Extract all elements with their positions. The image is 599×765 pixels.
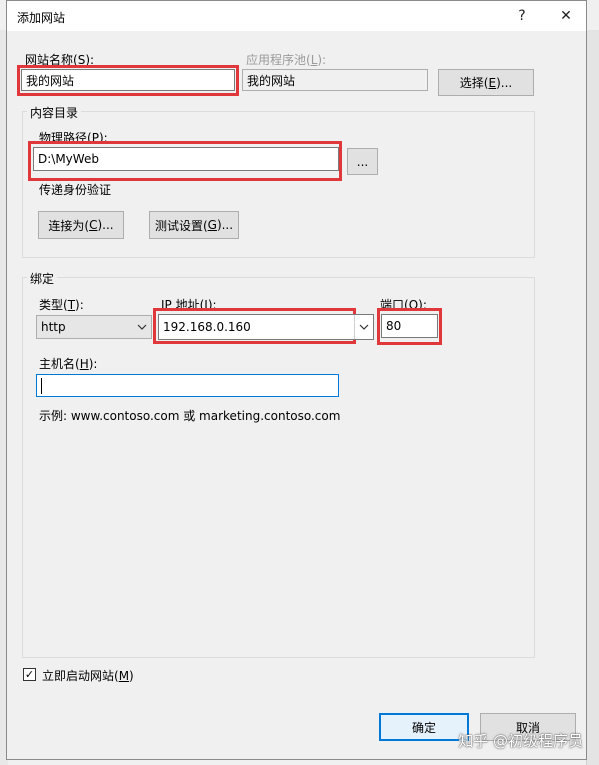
dialog-title: 添加网站 <box>17 11 66 25</box>
add-website-dialog: 添加网站 ? ✕ 网站名称(S): 我的网站 应用程序池(L): 我的网站 选择… <box>6 0 587 760</box>
background-window-right <box>586 30 599 765</box>
select-app-pool-button[interactable]: 选择(E)... <box>438 69 534 96</box>
port-input[interactable]: 80 <box>381 314 438 338</box>
port-value: 80 <box>386 319 402 333</box>
watermark: 知乎 @初级程序员 <box>458 732 583 750</box>
pass-through-auth-label: 传递身份验证 <box>39 183 112 197</box>
help-button[interactable]: ? <box>502 3 542 29</box>
app-pool-label: 应用程序池(L): <box>246 53 327 67</box>
chevron-down-icon <box>133 316 151 338</box>
start-now-checkbox[interactable]: ✓ <box>23 668 36 681</box>
app-pool-field: 我的网站 <box>242 69 428 91</box>
start-now-label: 立即启动网站(M) <box>42 669 134 683</box>
site-name-input[interactable]: 我的网站 <box>21 69 235 91</box>
browse-path-button[interactable]: ... <box>347 148 378 175</box>
host-name-example: 示例: www.contoso.com 或 marketing.contoso.… <box>39 409 341 423</box>
type-value: http <box>41 320 66 334</box>
content-directory-title: 内容目录 <box>27 104 82 121</box>
ok-button[interactable]: 确定 <box>379 713 469 741</box>
type-label: 类型(T): <box>39 298 84 312</box>
host-name-label: 主机名(H): <box>39 357 98 371</box>
ip-address-select[interactable]: 192.168.0.160 <box>158 314 374 340</box>
ip-address-value: 192.168.0.160 <box>163 320 251 334</box>
test-settings-button[interactable]: 测试设置(G)... <box>149 211 239 239</box>
checkmark-icon: ✓ <box>24 668 35 681</box>
site-name-value: 我的网站 <box>26 73 75 88</box>
app-pool-value: 我的网站 <box>247 73 296 88</box>
binding-title: 绑定 <box>27 270 58 287</box>
close-button[interactable]: ✕ <box>546 3 586 29</box>
text-caret <box>41 377 42 394</box>
title-bar: 添加网站 ? ✕ <box>7 1 586 31</box>
host-name-input[interactable] <box>36 374 339 397</box>
physical-path-input[interactable]: D:\MyWeb <box>33 147 339 171</box>
physical-path-value: D:\MyWeb <box>38 152 99 166</box>
type-select[interactable]: http <box>36 315 152 339</box>
chevron-down-icon <box>354 315 373 339</box>
connect-as-button[interactable]: 连接为(C)... <box>38 211 124 239</box>
